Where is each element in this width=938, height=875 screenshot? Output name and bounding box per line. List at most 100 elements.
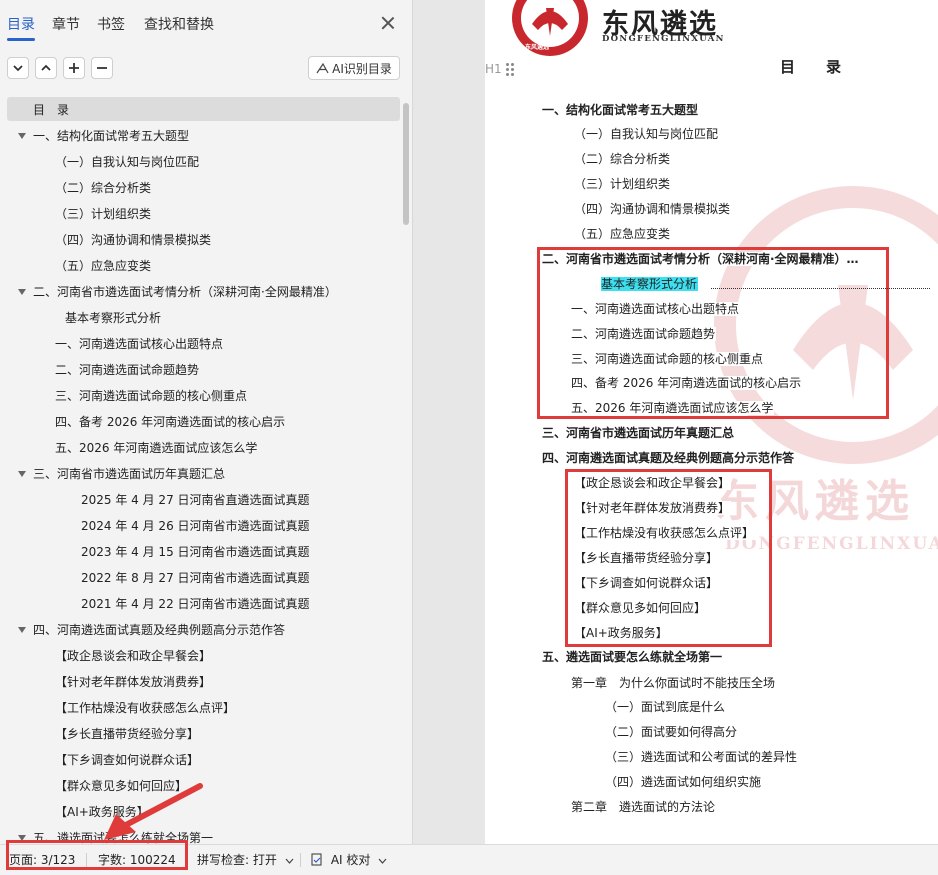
toc-entry-text: 第二章 遴选面试的方法论: [571, 800, 717, 814]
toc-item[interactable]: （三）计划组织类: [55, 204, 151, 224]
toc-entry-text: 【下乡调查如何说群众话】: [574, 576, 720, 590]
toc-entry[interactable]: （二）综合分析类: [574, 150, 930, 168]
ai-recognize-toc-label: AI识别目录: [332, 61, 392, 76]
toc-entry-text: 【乡长直播带货经验分享】: [574, 551, 720, 565]
dot-leader: [711, 288, 930, 289]
toc-item[interactable]: 二、河南遴选面试命题趋势: [55, 360, 199, 380]
ai-recognize-toc-button[interactable]: AI识别目录: [308, 56, 400, 80]
toc-item[interactable]: （二）综合分析类: [55, 178, 151, 198]
toc-entry-text: （三）计划组织类: [574, 177, 672, 191]
toc-item[interactable]: 【政企恳谈会和政企早餐会】: [55, 646, 211, 666]
document-page[interactable]: 东风遴选 东风遴选 DONGFENGLINXUAN 东风遴选 DONGFENGL…: [485, 0, 938, 844]
toc-entry-text: 三、河南省市遴选面试历年真题汇总: [542, 426, 736, 440]
toc-entry-text: （一）面试到底是什么: [605, 700, 727, 714]
close-icon[interactable]: [379, 14, 397, 32]
toc-item[interactable]: 【针对老年群体发放消费券】: [55, 672, 211, 692]
chevron-up-icon: [41, 64, 51, 71]
plus-icon: [69, 63, 79, 73]
toc-entry-text: 四、河南遴选面试真题及经典例题高分示范作答: [542, 451, 796, 465]
ai-wand-icon: [316, 62, 329, 74]
toc-item[interactable]: 基本考察形式分析: [65, 308, 161, 328]
toc-entry[interactable]: （二）面试要如何得高分: [605, 723, 930, 741]
toc-entry-text: 【政企恳谈会和政企早餐会】: [574, 476, 732, 490]
toc-item[interactable]: （一）自我认知与岗位匹配: [55, 152, 199, 172]
toc-entry[interactable]: （一）面试到底是什么: [605, 698, 930, 716]
toc-entry[interactable]: （三）遴选面试和公考面试的差异性: [605, 748, 930, 766]
toc-entry[interactable]: 三、河南省市遴选面试历年真题汇总: [542, 424, 930, 442]
toc-item[interactable]: 三、河南省市遴选面试历年真题汇总: [33, 464, 225, 484]
document-heading: 目 录: [780, 58, 850, 76]
add-heading-button[interactable]: [63, 57, 85, 79]
toc-entry-text: （四）遴选面试如何组织实施: [605, 775, 763, 789]
toc-item[interactable]: 三、河南遴选面试命题的核心侧重点: [55, 386, 247, 406]
toc-entry[interactable]: 第二章 遴选面试的方法论: [571, 798, 930, 816]
toc-item[interactable]: 2025 年 4 月 27 日河南省直遴选面试真题: [81, 490, 310, 510]
toc-item[interactable]: 一、河南遴选面试核心出题特点: [55, 334, 223, 354]
tab-find-replace[interactable]: 查找和替换: [144, 14, 214, 34]
toc-item[interactable]: 【乡长直播带货经验分享】: [55, 724, 199, 744]
toc-entry-text: （二）综合分析类: [574, 152, 672, 166]
toc-entry[interactable]: （一）自我认知与岗位匹配: [574, 125, 930, 143]
toc-entry[interactable]: 【工作枯燥没有收获感怎么点评】: [574, 524, 930, 542]
expand-up-button[interactable]: [35, 57, 57, 79]
toc-item[interactable]: 一、结构化面试常考五大题型: [33, 126, 189, 146]
toc-item[interactable]: 四、备考 2026 年河南遴选面试的核心启示: [55, 412, 285, 432]
toc-item[interactable]: 目 录: [33, 100, 69, 120]
minus-icon: [97, 67, 107, 69]
toc-item[interactable]: 五、2026 年河南遴选面试应该怎么学: [55, 438, 257, 458]
pane-divider[interactable]: [412, 0, 485, 844]
toc-item[interactable]: 2024 年 4 月 26 日河南省市遴选面试真题: [81, 516, 310, 536]
toc-item[interactable]: 【工作枯燥没有收获感怎么点评】: [55, 698, 235, 718]
chevron-down-icon: [378, 858, 387, 864]
drag-handle-icon[interactable]: [506, 63, 516, 77]
toc-item[interactable]: 四、河南遴选面试真题及经典例题高分示范作答: [33, 620, 285, 640]
expand-caret-icon[interactable]: [18, 289, 26, 295]
toc-entry-text: 五、2026 年河南遴选面试应该怎么学: [571, 401, 775, 415]
toc-entry-text: 第一章 为什么你面试时不能技压全场: [571, 676, 777, 690]
toc-entry-text: 【群众意见多如何回应】: [574, 601, 708, 615]
remove-heading-button[interactable]: [91, 57, 113, 79]
expand-caret-icon[interactable]: [18, 471, 26, 477]
toc-entry[interactable]: 一、结构化面试常考五大题型: [542, 101, 930, 119]
ai-proofread-toggle[interactable]: AI 校对: [311, 851, 387, 868]
toc-scrollbar-thumb[interactable]: [403, 103, 409, 225]
toc-entry-text: （四）沟通协调和情景模拟类: [574, 202, 732, 216]
brand-logo: [512, 0, 588, 56]
tab-bookmarks[interactable]: 书签: [97, 14, 125, 34]
toc-item[interactable]: 2022 年 8 月 27 日河南省市遴选面试真题: [81, 568, 310, 588]
toc-entry[interactable]: 五、遴选面试要怎么练就全场第一: [542, 648, 930, 666]
toc-item[interactable]: 【下乡调查如何说群众话】: [55, 750, 199, 770]
spell-check-label: 拼写检查: 打开: [197, 853, 277, 867]
toc-entry[interactable]: （五）应急应变类: [574, 225, 930, 243]
toc-entry-text: 三、河南遴选面试命题的核心侧重点: [571, 352, 765, 366]
tab-chapters[interactable]: 章节: [52, 14, 80, 34]
toc-entry[interactable]: （四）遴选面试如何组织实施: [605, 773, 930, 791]
tab-toc[interactable]: 目录: [7, 14, 35, 34]
toc-entry-text: 四、备考 2026 年河南遴选面试的核心启示: [571, 376, 803, 390]
heading-level-marker: H1: [485, 62, 502, 76]
toc-item[interactable]: （五）应急应变类: [55, 256, 151, 276]
toc-entry[interactable]: 第一章 为什么你面试时不能技压全场: [571, 674, 930, 692]
toc-entry-text: （一）自我认知与岗位匹配: [574, 127, 720, 141]
toc-entry[interactable]: （四）沟通协调和情景模拟类: [574, 200, 930, 218]
toc-entry-text: 二、河南省市遴选面试考情分析（深耕河南·全网最精准）…: [542, 252, 860, 266]
toc-entry[interactable]: 四、河南遴选面试真题及经典例题高分示范作答: [542, 449, 930, 467]
ai-proofread-label: AI 校对: [330, 853, 371, 867]
toc-entry[interactable]: （三）计划组织类: [574, 175, 930, 193]
chevron-down-icon: [285, 858, 294, 864]
navigation-pane: 目录 章节 书签 查找和替换 AI识别目录 目 录一、结构化面试常考五大题型 （一…: [0, 0, 412, 844]
collapse-all-button[interactable]: [7, 57, 29, 79]
toc-entry-text: （二）面试要如何得高分: [605, 725, 739, 739]
brand-pinyin: DONGFENGLINXUAN: [602, 34, 725, 44]
expand-caret-icon[interactable]: [18, 133, 26, 139]
spell-check-toggle[interactable]: 拼写检查: 打开: [197, 851, 294, 868]
toc-item[interactable]: 2021 年 4 月 22 日河南省市遴选面试真题: [81, 594, 310, 614]
toc-item[interactable]: （四）沟通协调和情景模拟类: [55, 230, 211, 250]
chevron-down-icon: [13, 65, 23, 72]
toc-item[interactable]: 2023 年 4 月 15 日河南省市遴选面试真题: [81, 542, 310, 562]
expand-caret-icon[interactable]: [18, 627, 26, 633]
toc-entry-text: 【针对老年群体发放消费券】: [574, 501, 732, 515]
toc-item[interactable]: 二、河南省市遴选面试考情分析（深耕河南·全网最精准）: [33, 282, 337, 302]
toc-entry-text: 一、河南遴选面试核心出题特点: [571, 302, 741, 316]
toc-entry-text: 【工作枯燥没有收获感怎么点评】: [574, 526, 756, 540]
